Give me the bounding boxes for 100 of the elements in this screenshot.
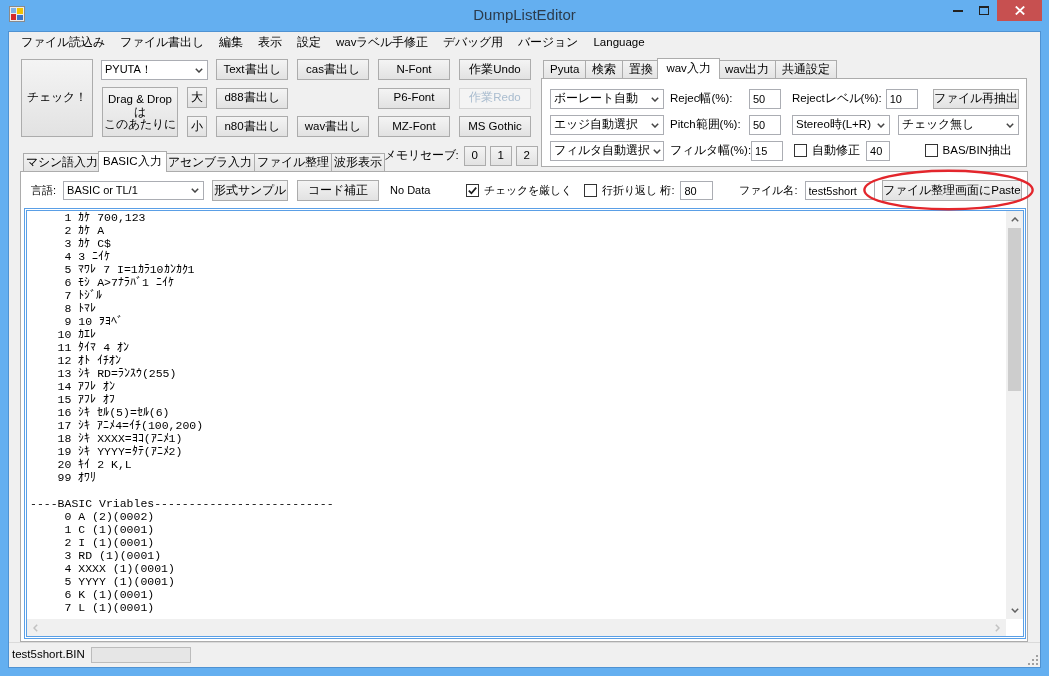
size-button[interactable]: 大: [187, 87, 207, 108]
tab[interactable]: 波形表示: [330, 153, 385, 171]
scrollbar-thumb[interactable]: [1008, 228, 1021, 391]
text-field[interactable]: 15: [751, 141, 784, 161]
toolbar-button[interactable]: wav書出し: [297, 116, 369, 137]
tab[interactable]: マシン語入力: [23, 153, 101, 171]
text-field[interactable]: 10: [885, 89, 918, 109]
dropdown[interactable]: フィルタ自動選択: [550, 141, 664, 161]
check-button[interactable]: チェック！: [21, 59, 93, 137]
dropdown[interactable]: ボーレート自動: [550, 89, 664, 109]
code-line: 5 YYYY (1)(0001): [63, 575, 176, 588]
checkbox-label: BAS/BIN抽出: [942, 144, 1012, 158]
status-text: No Data: [390, 183, 431, 198]
code-line: 11 ﾀｲﾏ 4 ｵﾝ: [56, 341, 130, 354]
code-line: 7 ﾄｼﾞﾙ: [63, 289, 104, 302]
code-line: 6 K (1)(0001): [63, 588, 156, 601]
size-button[interactable]: 小: [187, 116, 207, 137]
code-line: 2 ｶｹ A: [63, 224, 106, 237]
tab[interactable]: アセンブラ入力: [164, 153, 255, 171]
field-label: Rejec幅(%):: [670, 92, 734, 106]
code-line: 0 A (2)(0002): [63, 510, 156, 523]
app-icon: [9, 6, 25, 22]
chevron-down-icon: [651, 96, 659, 102]
scroll-up-icon[interactable]: [1010, 217, 1019, 222]
code-line: 99 ｵﾜﾘ: [56, 471, 98, 484]
toolbar-button[interactable]: P6-Font: [378, 87, 450, 109]
push-button[interactable]: ファイル整理画面にPaste: [882, 180, 1022, 201]
tab[interactable]: wav出力: [717, 60, 777, 78]
text-field[interactable]: 40: [866, 141, 891, 161]
push-button[interactable]: 形式サンプル: [212, 180, 289, 201]
tab[interactable]: 共通設定: [775, 60, 838, 78]
machine-dropdown[interactable]: PYUTA！: [101, 60, 208, 80]
tab[interactable]: ファイル整理: [253, 153, 332, 171]
checkbox[interactable]: [924, 144, 938, 158]
minimize-icon: [953, 9, 963, 12]
code-line: 20 ｷｲ 2 K,L: [56, 458, 133, 471]
menu-item[interactable]: 表示: [258, 36, 282, 50]
toolbar-button[interactable]: cas書出し: [297, 59, 369, 80]
drop-area-button[interactable]: Drag & Drop は このあたりに: [102, 87, 178, 137]
chevron-down-icon: [195, 67, 203, 73]
push-button[interactable]: コード補正: [297, 180, 380, 201]
dropdown[interactable]: エッジ自動選択: [550, 115, 664, 135]
tab[interactable]: wav入力: [657, 58, 720, 79]
menu-item[interactable]: ファイル読込み: [21, 36, 105, 50]
code-line: ----BASIC Vriables--------------------------: [30, 497, 335, 510]
field-label: フィルタ幅(%):: [670, 144, 752, 158]
toolbar-button[interactable]: N-Font: [378, 59, 450, 80]
menu-item[interactable]: デバッグ用: [443, 36, 504, 50]
checkbox[interactable]: [584, 184, 598, 197]
code-line: 4 XXXX (1)(0001): [63, 562, 176, 575]
close-button[interactable]: [997, 0, 1042, 21]
field-label: Rejectレベル(%):: [792, 92, 882, 106]
toolbar-button[interactable]: d88書出し: [216, 87, 288, 109]
memory-slot-button[interactable]: 1: [489, 146, 512, 166]
memory-slot-button[interactable]: 2: [515, 146, 538, 166]
toolbar-button[interactable]: MZ-Font: [378, 116, 450, 137]
code-line: 10 ｶｴﾚ: [56, 328, 98, 341]
toolbar-button[interactable]: n80書出し: [216, 116, 288, 137]
field-label: 桁:: [660, 183, 675, 198]
code-line: 14 ｱﾌﾚ ｵﾝ: [56, 380, 117, 393]
toolbar-button[interactable]: MS Gothic: [459, 116, 531, 137]
tab[interactable]: 検索: [585, 60, 624, 78]
close-icon: [1014, 6, 1025, 15]
code-line: 12 ｵﾄ ｲﾁｵﾝ: [56, 354, 123, 367]
text-field[interactable]: 50: [749, 115, 781, 135]
menu-item[interactable]: バージョン: [518, 36, 579, 50]
vertical-scrollbar[interactable]: [1006, 211, 1023, 619]
dropdown[interactable]: Stereo時(L+R): [792, 115, 890, 135]
menu-item[interactable]: wavラベル手修正: [336, 36, 429, 50]
text-field[interactable]: 80: [680, 181, 714, 200]
checkbox-label: 自動修正: [812, 144, 861, 158]
toolbar-button[interactable]: 作業Undo: [459, 59, 531, 80]
tab[interactable]: BASIC入力: [98, 151, 167, 172]
chevron-down-icon: [651, 122, 659, 128]
checkbox[interactable]: [794, 144, 808, 158]
menu-item[interactable]: Language: [593, 36, 645, 50]
memory-slot-button[interactable]: 0: [463, 146, 486, 166]
field-label: Pitch範囲(%):: [670, 118, 742, 132]
checkbox-label: チェックを厳しく: [484, 183, 573, 198]
memory-save-label: メモリセーブ:: [383, 149, 459, 163]
menu-item[interactable]: 編集: [219, 36, 243, 50]
checkbox[interactable]: [466, 184, 480, 197]
scroll-down-icon[interactable]: [1010, 608, 1019, 613]
menu-item[interactable]: 設定: [297, 36, 321, 50]
text-field[interactable]: test5short: [804, 181, 875, 200]
toolbar-button[interactable]: Text書出し: [216, 59, 288, 80]
field-label: ファイル名:: [739, 183, 798, 198]
code-line: 2 I (1)(0001): [63, 536, 156, 549]
code-line: 1 ｶｹ 700,123: [63, 211, 147, 224]
text-field[interactable]: 50: [749, 89, 781, 109]
chevron-down-icon: [191, 188, 200, 193]
code-line: 3 RD (1)(0001): [63, 549, 163, 562]
tab[interactable]: Pyuta: [543, 60, 587, 78]
dropdown[interactable]: BASIC or TL/1: [63, 181, 205, 200]
code-line: 13 ｼｷ RD=ﾗﾝｽｳ(255): [56, 367, 178, 380]
menu-item[interactable]: ファイル書出し: [120, 36, 204, 50]
resize-grip-icon[interactable]: [1028, 655, 1038, 665]
dropdown[interactable]: チェック無し: [898, 115, 1019, 135]
push-button[interactable]: ファイル再抽出: [933, 89, 1019, 109]
chevron-down-icon: [877, 122, 885, 128]
